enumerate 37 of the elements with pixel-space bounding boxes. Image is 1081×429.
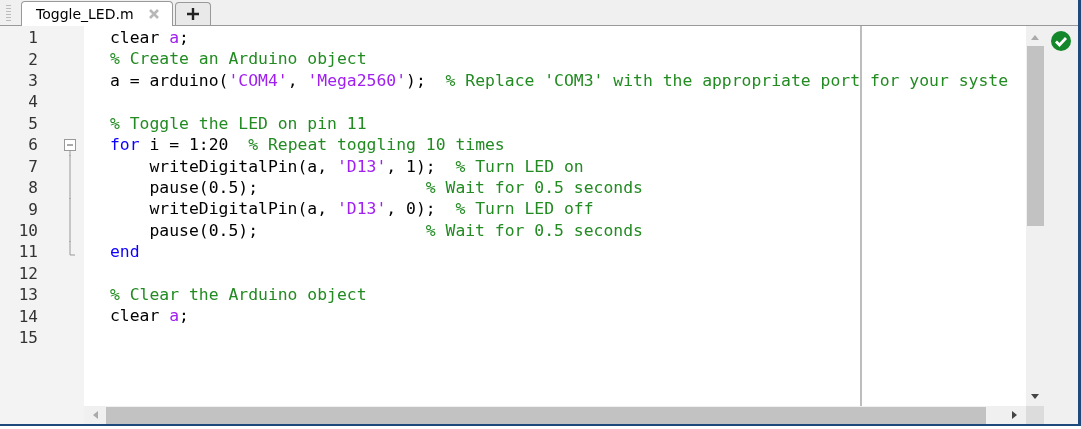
scrollbar-corner [1026,406,1044,424]
new-tab-button[interactable] [174,2,211,25]
line-number: 11 [17,242,38,262]
code-line: clear a; [110,305,190,327]
code-line: for i = 1:20 % Repeat toggling 10 times [110,134,506,156]
code-line: end [110,241,141,263]
code-line: a = arduino('COM4', 'Mega2560'); % Replace 'COM3' with the appropriate port for your syste [110,69,1010,92]
line-number: 1 [27,28,38,48]
code-line: % Create an Arduino object [110,48,368,70]
line-number: 3 [27,71,38,91]
line-number: 13 [17,285,38,305]
code-line: % Toggle the LED on pin 11 [110,112,368,135]
plus-icon [185,7,200,21]
code-line: clear a; [110,27,190,49]
scrollbar-thumb[interactable] [1026,46,1044,226]
scroll-down-icon[interactable] [1030,394,1040,400]
line-number: 6 [27,135,38,155]
line-number: 9 [27,199,38,219]
code-line: % Clear the Arduino object [110,284,368,306]
line-number: 2 [27,49,38,69]
line-number: 10 [17,221,38,240]
scroll-left-icon[interactable] [92,410,98,420]
line-number: 12 [17,263,38,283]
code-line: pause(0.5); % Wait for 0.5 seconds [148,219,644,242]
code-line: writeDigitalPin(a, 'D13', 1); % Turn LED on [148,155,585,177]
scroll-up-icon[interactable] [1030,34,1040,40]
line-number: 15 [17,328,38,348]
line-number: 7 [27,156,38,176]
file-tab[interactable]: Toggle_LED.m [21,1,173,26]
line-number: 5 [27,113,38,133]
code-line: pause(0.5); % Wait for 0.5 seconds [148,176,644,199]
scroll-right-icon[interactable] [1012,410,1018,420]
line-number: 14 [17,306,38,326]
code-line: writeDigitalPin(a, 'D13', 0); % Turn LED off [148,198,595,220]
line-number: 4 [27,92,38,112]
line-number: 8 [27,178,38,198]
close-icon[interactable] [147,8,160,20]
